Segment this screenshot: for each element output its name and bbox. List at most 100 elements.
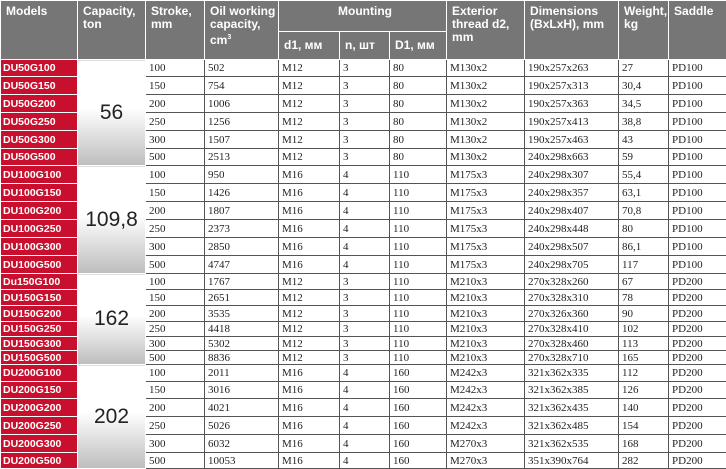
mount-d1-cell: M12 <box>279 290 340 306</box>
oil-capacity-cell: 1767 <box>205 274 279 290</box>
mount-n-cell: 4 <box>340 399 390 417</box>
mount-d1-cell: M16 <box>279 166 340 184</box>
oil-capacity-cell: 5026 <box>205 417 279 435</box>
header-oil-capacity: Oil working capacity, cm3 <box>205 1 279 60</box>
thread-cell: M210x3 <box>447 306 525 322</box>
header-oil-capacity-label: Oil working capacity, cm <box>210 4 275 47</box>
mount-D1-cell: 110 <box>390 337 447 351</box>
mount-D1-cell: 110 <box>390 202 447 220</box>
mount-D1-cell: 110 <box>390 322 447 337</box>
mount-d1-cell: M16 <box>279 435 340 453</box>
stroke-cell: 150 <box>146 77 205 95</box>
mount-D1-cell: 110 <box>390 274 447 290</box>
header-mounting-D1: D1, мм <box>390 32 447 60</box>
weight-cell: 63,1 <box>619 184 669 202</box>
oil-capacity-cell: 8836 <box>205 351 279 365</box>
weight-cell: 140 <box>619 399 669 417</box>
saddle-cell: PD200 <box>669 382 726 399</box>
thread-cell: M210x3 <box>447 274 525 290</box>
oil-capacity-cell: 502 <box>205 60 279 77</box>
oil-capacity-cell: 3535 <box>205 306 279 322</box>
dimensions-cell: 190x257x463 <box>525 131 619 149</box>
dimensions-cell: 321x362x485 <box>525 417 619 435</box>
table-row: Du150G1001621001767M123110M210x3270x328x… <box>1 274 726 290</box>
table-header: Models Capacity, ton Stroke, mm Oil work… <box>1 1 726 60</box>
saddle-cell: PD200 <box>669 337 726 351</box>
stroke-cell: 500 <box>146 256 205 274</box>
model-cell: DU50G500 <box>1 149 78 166</box>
mount-n-cell: 3 <box>340 131 390 149</box>
stroke-cell: 100 <box>146 365 205 382</box>
oil-capacity-cell: 1426 <box>205 184 279 202</box>
dimensions-cell: 270x328x410 <box>525 322 619 337</box>
header-dimensions: Dimensions (BxLxH), mm <box>525 1 619 60</box>
mount-D1-cell: 110 <box>390 256 447 274</box>
dimensions-cell: 270x328x310 <box>525 290 619 306</box>
stroke-cell: 100 <box>146 274 205 290</box>
saddle-cell: PD200 <box>669 417 726 435</box>
mount-D1-cell: 80 <box>390 113 447 131</box>
mount-n-cell: 4 <box>340 202 390 220</box>
mount-d1-cell: M12 <box>279 131 340 149</box>
weight-cell: 126 <box>619 382 669 399</box>
stroke-cell: 150 <box>146 382 205 399</box>
capacity-cell: 56 <box>78 60 146 166</box>
weight-cell: 80 <box>619 220 669 238</box>
dimensions-cell: 240x298x507 <box>525 238 619 256</box>
thread-cell: M242x3 <box>447 417 525 435</box>
thread-cell: M242x3 <box>447 365 525 382</box>
dimensions-cell: 240x298x448 <box>525 220 619 238</box>
saddle-cell: PD100 <box>669 256 726 274</box>
mount-n-cell: 3 <box>340 274 390 290</box>
header-saddle: Saddle <box>669 1 726 60</box>
oil-capacity-cell: 6032 <box>205 435 279 453</box>
weight-cell: 282 <box>619 453 669 469</box>
stroke-cell: 150 <box>146 290 205 306</box>
capacity-cell: 162 <box>78 274 146 365</box>
saddle-cell: PD100 <box>669 95 726 113</box>
weight-cell: 168 <box>619 435 669 453</box>
weight-cell: 55,4 <box>619 166 669 184</box>
mount-D1-cell: 80 <box>390 131 447 149</box>
weight-cell: 154 <box>619 417 669 435</box>
saddle-cell: PD200 <box>669 306 726 322</box>
stroke-cell: 250 <box>146 322 205 337</box>
mount-D1-cell: 110 <box>390 238 447 256</box>
stroke-cell: 250 <box>146 417 205 435</box>
weight-cell: 102 <box>619 322 669 337</box>
mount-d1-cell: M16 <box>279 184 340 202</box>
mount-d1-cell: M16 <box>279 365 340 382</box>
mount-n-cell: 4 <box>340 382 390 399</box>
mount-D1-cell: 80 <box>390 77 447 95</box>
model-cell: DU150G250 <box>1 322 78 337</box>
weight-cell: 70,8 <box>619 202 669 220</box>
dimensions-cell: 190x257x263 <box>525 60 619 77</box>
header-capacity: Capacity, ton <box>78 1 146 60</box>
model-cell: Du150G100 <box>1 274 78 290</box>
mount-n-cell: 4 <box>340 220 390 238</box>
mount-n-cell: 3 <box>340 95 390 113</box>
saddle-cell: PD200 <box>669 453 726 469</box>
weight-cell: 112 <box>619 365 669 382</box>
weight-cell: 165 <box>619 351 669 365</box>
header-oil-capacity-sup: 3 <box>227 34 231 41</box>
model-cell: DU200G100 <box>1 365 78 382</box>
mount-D1-cell: 110 <box>390 220 447 238</box>
stroke-cell: 150 <box>146 184 205 202</box>
mount-n-cell: 4 <box>340 365 390 382</box>
mount-D1-cell: 110 <box>390 351 447 365</box>
capacity-cell: 109,8 <box>78 166 146 274</box>
weight-cell: 86,1 <box>619 238 669 256</box>
weight-cell: 67 <box>619 274 669 290</box>
model-cell: DU50G250 <box>1 113 78 131</box>
stroke-cell: 500 <box>146 149 205 166</box>
stroke-cell: 500 <box>146 453 205 469</box>
thread-cell: M130x2 <box>447 113 525 131</box>
model-cell: DU200G200 <box>1 399 78 417</box>
mount-n-cell: 4 <box>340 256 390 274</box>
thread-cell: M242x3 <box>447 399 525 417</box>
thread-cell: M242x3 <box>447 382 525 399</box>
header-mounting: Mounting <box>279 1 447 32</box>
mount-n-cell: 3 <box>340 322 390 337</box>
mount-D1-cell: 80 <box>390 95 447 113</box>
